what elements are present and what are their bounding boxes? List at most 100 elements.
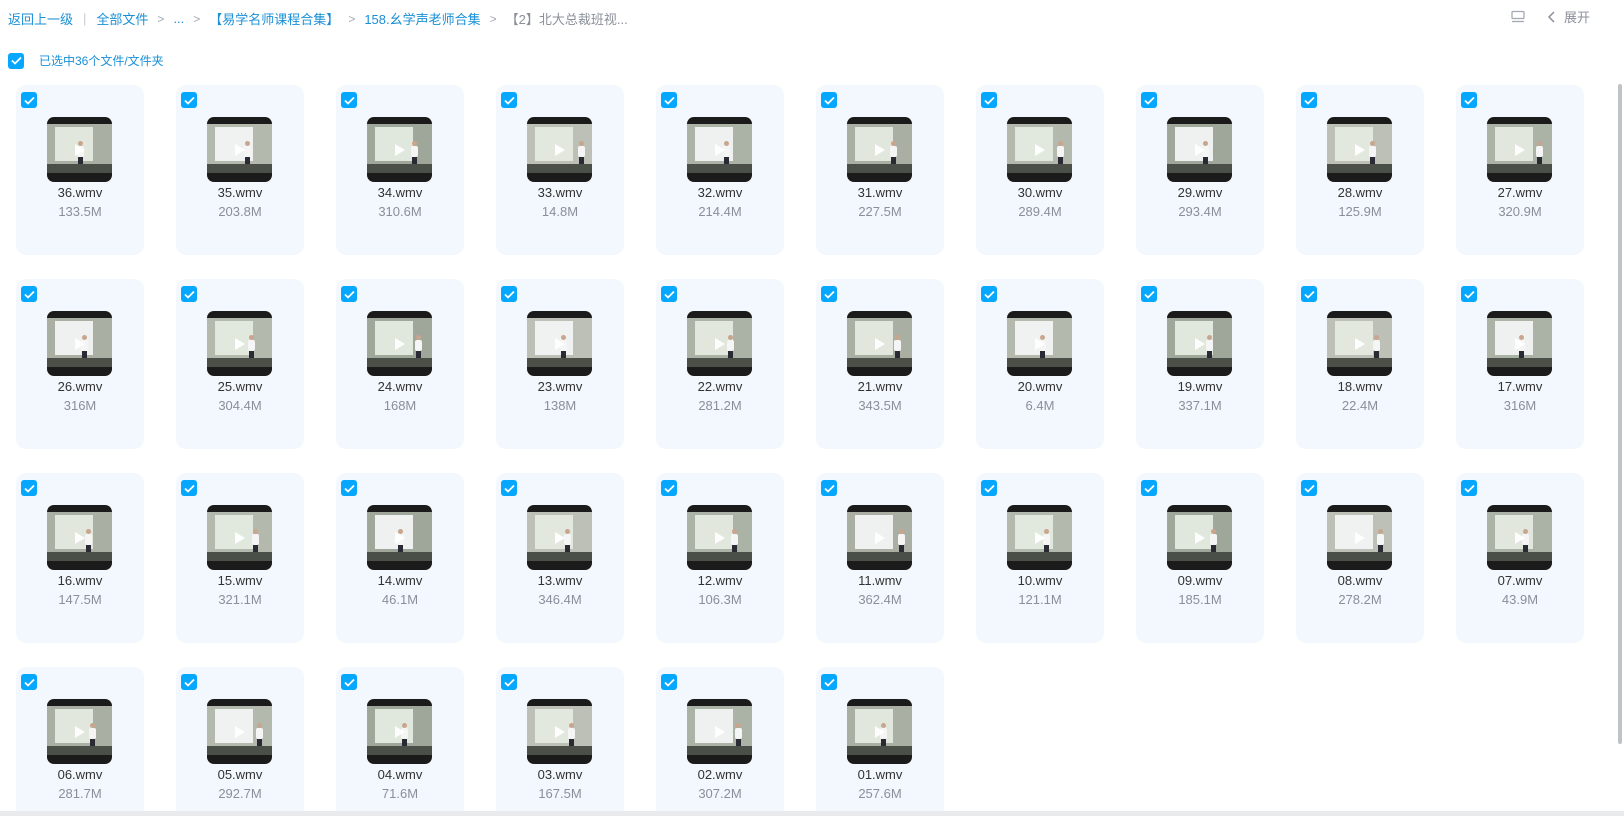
file-checkbox[interactable] [341, 286, 357, 302]
file-card[interactable]: 03.wmv 167.5M [496, 667, 624, 816]
video-thumbnail[interactable] [527, 311, 592, 376]
file-checkbox[interactable] [181, 92, 197, 108]
chevron-left-icon[interactable] [1546, 9, 1558, 25]
video-thumbnail[interactable] [847, 505, 912, 570]
video-thumbnail[interactable] [527, 505, 592, 570]
video-thumbnail[interactable] [1327, 311, 1392, 376]
file-checkbox[interactable] [661, 480, 677, 496]
video-thumbnail[interactable] [687, 311, 752, 376]
video-thumbnail[interactable] [367, 311, 432, 376]
video-thumbnail[interactable] [47, 699, 112, 764]
video-thumbnail[interactable] [847, 311, 912, 376]
file-checkbox[interactable] [1141, 286, 1157, 302]
file-card[interactable]: 18.wmv 22.4M [1296, 279, 1424, 449]
file-checkbox[interactable] [341, 480, 357, 496]
video-thumbnail[interactable] [847, 117, 912, 182]
video-thumbnail[interactable] [47, 505, 112, 570]
horizontal-scrollbar[interactable] [0, 811, 1624, 816]
file-checkbox[interactable] [1461, 480, 1477, 496]
file-checkbox[interactable] [1141, 480, 1157, 496]
file-checkbox[interactable] [21, 480, 37, 496]
file-checkbox[interactable] [501, 286, 517, 302]
file-checkbox[interactable] [21, 286, 37, 302]
video-thumbnail[interactable] [1007, 505, 1072, 570]
file-card[interactable]: 08.wmv 278.2M [1296, 473, 1424, 643]
file-card[interactable]: 22.wmv 281.2M [656, 279, 784, 449]
video-thumbnail[interactable] [47, 311, 112, 376]
video-thumbnail[interactable] [1327, 117, 1392, 182]
file-checkbox[interactable] [341, 674, 357, 690]
file-card[interactable]: 27.wmv 320.9M [1456, 85, 1584, 255]
video-thumbnail[interactable] [207, 117, 272, 182]
file-checkbox[interactable] [501, 674, 517, 690]
file-card[interactable]: 34.wmv 310.6M [336, 85, 464, 255]
file-card[interactable]: 20.wmv 6.4M [976, 279, 1104, 449]
file-card[interactable]: 33.wmv 14.8M [496, 85, 624, 255]
file-card[interactable]: 23.wmv 138M [496, 279, 624, 449]
video-thumbnail[interactable] [1327, 505, 1392, 570]
video-thumbnail[interactable] [367, 699, 432, 764]
file-card[interactable]: 02.wmv 307.2M [656, 667, 784, 816]
file-checkbox[interactable] [821, 674, 837, 690]
video-thumbnail[interactable] [1167, 505, 1232, 570]
expand-button[interactable]: 展开 [1564, 7, 1590, 26]
file-card[interactable]: 16.wmv 147.5M [16, 473, 144, 643]
breadcrumb-all-files[interactable]: 全部文件 [96, 9, 148, 28]
video-thumbnail[interactable] [1487, 117, 1552, 182]
file-card[interactable]: 32.wmv 214.4M [656, 85, 784, 255]
file-checkbox[interactable] [21, 92, 37, 108]
video-thumbnail[interactable] [1167, 117, 1232, 182]
file-card[interactable]: 29.wmv 293.4M [1136, 85, 1264, 255]
file-card[interactable]: 35.wmv 203.8M [176, 85, 304, 255]
file-card[interactable]: 21.wmv 343.5M [816, 279, 944, 449]
back-link[interactable]: 返回上一级 [8, 9, 73, 28]
file-checkbox[interactable] [181, 674, 197, 690]
file-card[interactable]: 25.wmv 304.4M [176, 279, 304, 449]
file-checkbox[interactable] [661, 674, 677, 690]
file-checkbox[interactable] [181, 286, 197, 302]
file-checkbox[interactable] [821, 480, 837, 496]
file-checkbox[interactable] [661, 286, 677, 302]
video-thumbnail[interactable] [687, 117, 752, 182]
file-card[interactable]: 26.wmv 316M [16, 279, 144, 449]
vertical-scrollbar[interactable] [1618, 84, 1622, 744]
file-card[interactable]: 06.wmv 281.7M [16, 667, 144, 816]
file-card[interactable]: 07.wmv 43.9M [1456, 473, 1584, 643]
file-checkbox[interactable] [1301, 286, 1317, 302]
file-card[interactable]: 24.wmv 168M [336, 279, 464, 449]
file-card[interactable]: 11.wmv 362.4M [816, 473, 944, 643]
video-thumbnail[interactable] [367, 505, 432, 570]
breadcrumb-folder-1[interactable]: 【易学名师课程合集】 [209, 9, 339, 28]
file-card[interactable]: 09.wmv 185.1M [1136, 473, 1264, 643]
file-card[interactable]: 01.wmv 257.6M [816, 667, 944, 816]
breadcrumb-folder-2[interactable]: 158.幺学声老师合集 [364, 9, 480, 28]
video-thumbnail[interactable] [687, 699, 752, 764]
video-thumbnail[interactable] [207, 505, 272, 570]
file-card[interactable]: 14.wmv 46.1M [336, 473, 464, 643]
file-card[interactable]: 15.wmv 321.1M [176, 473, 304, 643]
file-checkbox[interactable] [1461, 92, 1477, 108]
file-card[interactable]: 12.wmv 106.3M [656, 473, 784, 643]
file-card[interactable]: 36.wmv 133.5M [16, 85, 144, 255]
video-thumbnail[interactable] [1487, 311, 1552, 376]
file-card[interactable]: 19.wmv 337.1M [1136, 279, 1264, 449]
file-card[interactable]: 28.wmv 125.9M [1296, 85, 1424, 255]
file-checkbox[interactable] [981, 480, 997, 496]
video-thumbnail[interactable] [1167, 311, 1232, 376]
file-card[interactable]: 13.wmv 346.4M [496, 473, 624, 643]
file-card[interactable]: 30.wmv 289.4M [976, 85, 1104, 255]
video-thumbnail[interactable] [1007, 117, 1072, 182]
select-all-checkbox[interactable] [8, 52, 24, 69]
file-checkbox[interactable] [821, 92, 837, 108]
file-checkbox[interactable] [821, 286, 837, 302]
file-checkbox[interactable] [981, 286, 997, 302]
video-thumbnail[interactable] [207, 311, 272, 376]
file-checkbox[interactable] [981, 92, 997, 108]
file-checkbox[interactable] [1461, 286, 1477, 302]
video-thumbnail[interactable] [1487, 505, 1552, 570]
video-thumbnail[interactable] [687, 505, 752, 570]
file-card[interactable]: 31.wmv 227.5M [816, 85, 944, 255]
file-checkbox[interactable] [501, 480, 517, 496]
breadcrumb-ellipsis[interactable]: ... [173, 11, 184, 26]
file-checkbox[interactable] [181, 480, 197, 496]
